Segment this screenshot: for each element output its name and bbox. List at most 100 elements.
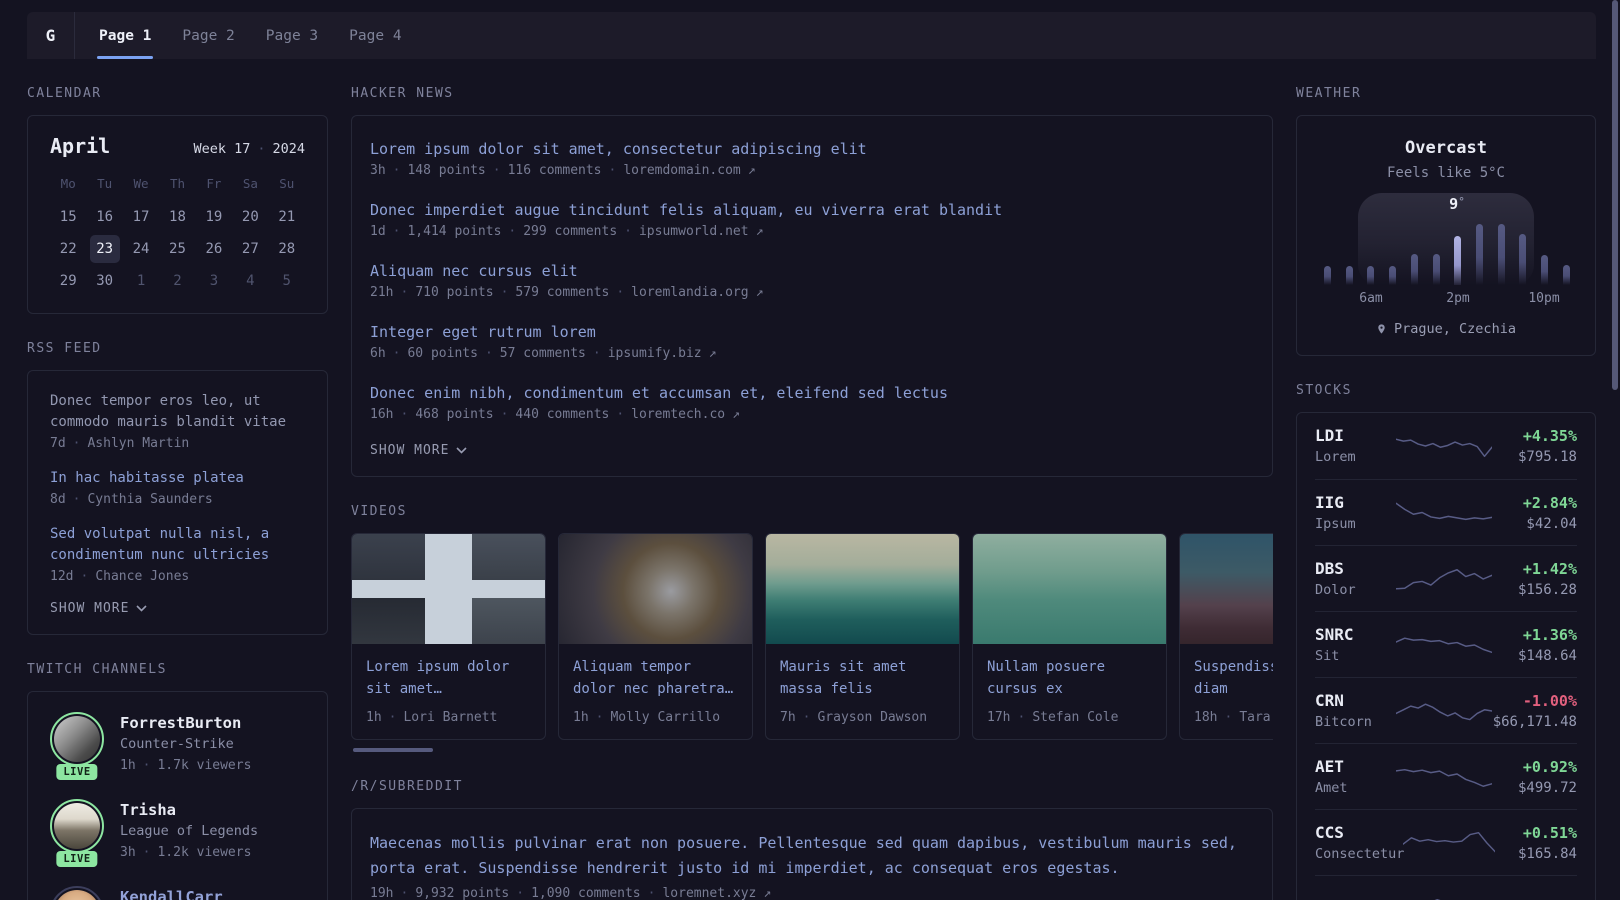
twitch-channel-row[interactable]: LIVE ForrestBurton Counter-Strike 1h · 1… — [50, 712, 305, 780]
post-comments[interactable]: 1,090 comments — [531, 886, 641, 900]
tab-page-1[interactable]: Page 1 — [97, 12, 154, 59]
hn-domain[interactable]: loremtech.co — [631, 407, 725, 422]
hackernews-item: Donec enim nibh, condimentum et accumsan… — [370, 382, 1254, 422]
hackernews-item-title[interactable]: Donec enim nibh, condimentum et accumsan… — [370, 382, 1254, 404]
day-label: 30 — [96, 273, 114, 289]
twitch-channel-name[interactable]: Trisha — [120, 799, 258, 821]
stock-row[interactable]: AHS +0.46% — [1315, 875, 1577, 900]
dot-separator: · — [592, 346, 601, 361]
rss-item-title[interactable]: Donec tempor eros leo, ut commodo mauris… — [50, 391, 305, 433]
tab-page-3[interactable]: Page 3 — [264, 12, 320, 59]
stock-row[interactable]: IIG Ipsum +2.84% $42.04 — [1315, 479, 1577, 545]
calendar-day-next-month[interactable]: 2 — [159, 267, 195, 299]
video-card[interactable]: Suspendisse sodales diam 18h · Tara — [1179, 533, 1273, 740]
video-thumbnail[interactable] — [352, 534, 545, 644]
hackernews-show-more-button[interactable]: SHOW MORE — [370, 443, 468, 458]
page-scrollbar-thumb[interactable] — [1612, 0, 1618, 390]
calendar-day[interactable]: 25 — [159, 235, 195, 267]
video-meta: 18h · Tara — [1194, 710, 1273, 725]
calendar-day[interactable]: 19 — [196, 203, 232, 235]
stock-identity: SNRC Sit — [1315, 624, 1396, 666]
twitch-channel-name[interactable]: KendallCarr — [120, 886, 223, 900]
video-title[interactable]: Mauris sit amet massa felis — [780, 656, 945, 700]
video-card[interactable]: Nullam posuere cursus ex 17h · Stefan Co… — [972, 533, 1167, 740]
calendar-day[interactable]: 17 — [123, 203, 159, 235]
calendar-day-next-month[interactable]: 4 — [232, 267, 268, 299]
twitch-channel-game[interactable]: Counter-Strike — [120, 734, 251, 755]
hn-comments[interactable]: 579 comments — [515, 285, 609, 300]
video-author[interactable]: Stefan Cole — [1032, 710, 1118, 725]
video-title[interactable]: Suspendisse sodales diam — [1194, 656, 1273, 700]
calendar-day[interactable]: 21 — [269, 203, 305, 235]
hackernews-item-title[interactable]: Lorem ipsum dolor sit amet, consectetur … — [370, 138, 1254, 160]
video-thumbnail[interactable] — [766, 534, 959, 644]
video-thumbnail[interactable] — [973, 534, 1166, 644]
tab-page-4[interactable]: Page 4 — [347, 12, 403, 59]
calendar-day[interactable]: 29 — [50, 267, 86, 299]
calendar-day[interactable]: 22 — [50, 235, 86, 267]
hn-comments[interactable]: 440 comments — [515, 407, 609, 422]
hn-comments[interactable]: 299 comments — [523, 224, 617, 239]
rss-item-title[interactable]: In hac habitasse platea — [50, 468, 305, 489]
live-badge: LIVE — [56, 764, 98, 780]
video-thumbnail[interactable] — [1180, 534, 1273, 644]
video-card[interactable]: Mauris sit amet massa felis 7h · Grayson… — [765, 533, 960, 740]
subreddit-post-title[interactable]: Maecenas mollis pulvinar erat non posuer… — [370, 831, 1254, 881]
twitch-card: LIVE ForrestBurton Counter-Strike 1h · 1… — [27, 691, 328, 900]
hackernews-item-title[interactable]: Aliquam nec cursus elit — [370, 260, 1254, 282]
video-thumbnail[interactable] — [559, 534, 752, 644]
video-author[interactable]: Grayson Dawson — [817, 710, 927, 725]
hackernews-item: Aliquam nec cursus elit 21h · 710 points… — [370, 260, 1254, 300]
calendar-day[interactable]: 15 — [50, 203, 86, 235]
carousel-scrollbar-thumb[interactable] — [353, 748, 433, 752]
hn-comments[interactable]: 116 comments — [508, 163, 602, 178]
video-author[interactable]: Tara — [1239, 710, 1270, 725]
hackernews-item-title[interactable]: Donec imperdiet augue tincidunt felis al… — [370, 199, 1254, 221]
video-title[interactable]: Aliquam tempor dolor nec pharetra magna — [573, 656, 738, 700]
video-author[interactable]: Lori Barnett — [403, 710, 497, 725]
hn-comments[interactable]: 57 comments — [500, 346, 586, 361]
stock-identity: CRN Bitcorn — [1315, 690, 1396, 732]
app-logo[interactable]: G — [27, 12, 75, 59]
dot-separator: · — [392, 346, 401, 361]
hn-domain[interactable]: ipsumify.biz — [608, 346, 702, 361]
chevron-down-icon — [456, 447, 468, 454]
stock-row[interactable]: DBS Dolor +1.42% $156.28 — [1315, 545, 1577, 611]
hn-domain[interactable]: loremdomain.com — [623, 163, 740, 178]
calendar-day[interactable]: 24 — [123, 235, 159, 267]
hackernews-item-title[interactable]: Integer eget rutrum lorem — [370, 321, 1254, 343]
hn-domain[interactable]: ipsumworld.net — [639, 224, 749, 239]
video-title[interactable]: Nullam posuere cursus ex — [987, 656, 1152, 700]
calendar-day[interactable]: 26 — [196, 235, 232, 267]
calendar-day-next-month[interactable]: 1 — [123, 267, 159, 299]
calendar-day-next-month[interactable]: 3 — [196, 267, 232, 299]
calendar-day[interactable]: 16 — [86, 203, 122, 235]
stock-row[interactable]: AET Amet +0.92% $499.72 — [1315, 743, 1577, 809]
stock-row[interactable]: LDI Lorem +4.35% $795.18 — [1315, 413, 1577, 479]
calendar-day[interactable]: 20 — [232, 203, 268, 235]
calendar-day[interactable]: 30 — [86, 267, 122, 299]
calendar-day-next-month[interactable]: 5 — [269, 267, 305, 299]
post-domain[interactable]: loremnet.xyz — [662, 886, 756, 900]
calendar-day-selected[interactable]: 23 — [86, 235, 122, 267]
page-scrollbar[interactable] — [1612, 0, 1619, 900]
twitch-channel-game[interactable]: League of Legends — [120, 821, 258, 842]
video-card[interactable]: Lorem ipsum dolor sit amet consectetur a… — [351, 533, 546, 740]
tab-page-2[interactable]: Page 2 — [180, 12, 236, 59]
twitch-channel-row[interactable]: KendallCarr — [50, 886, 305, 900]
calendar-day[interactable]: 27 — [232, 235, 268, 267]
video-author[interactable]: Molly Carrillo — [610, 710, 720, 725]
stock-sparkline — [1396, 636, 1493, 653]
video-title[interactable]: Lorem ipsum dolor sit amet consectetur a… — [366, 656, 531, 700]
calendar-day[interactable]: 18 — [159, 203, 195, 235]
rss-show-more-button[interactable]: SHOW MORE — [50, 601, 148, 616]
twitch-channel-name[interactable]: ForrestBurton — [120, 712, 251, 734]
twitch-channel-row[interactable]: LIVE Trisha League of Legends 3h · 1.2k … — [50, 799, 305, 867]
rss-item-title[interactable]: Sed volutpat nulla nisl, a condimentum n… — [50, 524, 305, 566]
stock-row[interactable]: SNRC Sit +1.36% $148.64 — [1315, 611, 1577, 677]
hn-domain[interactable]: loremlandia.org — [631, 285, 748, 300]
video-card[interactable]: Aliquam tempor dolor nec pharetra magna … — [558, 533, 753, 740]
calendar-day[interactable]: 28 — [269, 235, 305, 267]
stock-row[interactable]: CCS Consectetur +0.51% $165.84 — [1315, 809, 1577, 875]
stock-row[interactable]: CRN Bitcorn -1.00% $66,171.48 — [1315, 677, 1577, 743]
